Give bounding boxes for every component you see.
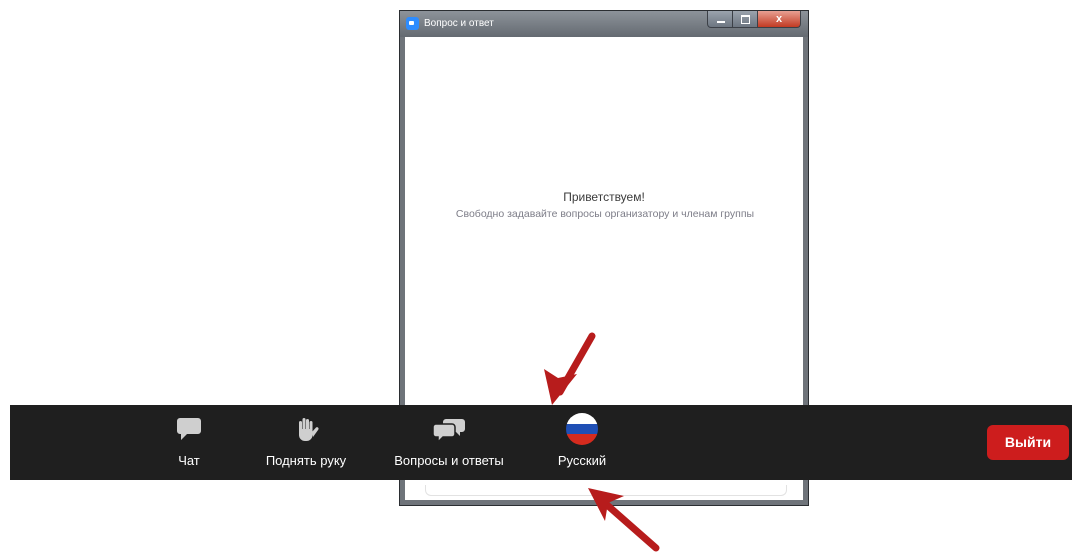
russian-flag-icon bbox=[566, 413, 598, 445]
raise-hand-label: Поднять руку bbox=[265, 453, 347, 468]
qa-bubbles-icon bbox=[432, 415, 466, 448]
window-controls: x bbox=[707, 11, 801, 29]
chat-bubble-icon bbox=[175, 415, 203, 448]
question-input[interactable] bbox=[425, 485, 787, 496]
window-title: Вопрос и ответ bbox=[424, 18, 494, 29]
welcome-text: Свободно задавайте вопросы организатору … bbox=[455, 208, 755, 220]
minimize-button[interactable] bbox=[707, 11, 733, 28]
chat-label: Чат bbox=[178, 453, 200, 468]
language-label: Русский bbox=[557, 453, 607, 468]
language-button[interactable]: Русский bbox=[542, 405, 622, 480]
close-icon: x bbox=[775, 13, 783, 25]
zoom-app-icon bbox=[406, 17, 419, 30]
chat-button[interactable]: Чат bbox=[164, 405, 214, 480]
title-bar[interactable]: Вопрос и ответ x bbox=[400, 11, 808, 37]
qa-button[interactable]: Вопросы и ответы bbox=[376, 405, 522, 480]
leave-button[interactable]: Выйти bbox=[987, 425, 1069, 460]
qa-label: Вопросы и ответы bbox=[394, 453, 504, 468]
close-button[interactable]: x bbox=[758, 11, 801, 28]
meeting-toolbar: Чат Поднять руку Вопросы и ответы Русски… bbox=[10, 405, 1072, 480]
welcome-title: Приветствуем! bbox=[563, 190, 645, 204]
raise-hand-button[interactable]: Поднять руку bbox=[256, 405, 356, 480]
raise-hand-icon bbox=[292, 415, 320, 448]
maximize-button[interactable] bbox=[733, 11, 758, 28]
